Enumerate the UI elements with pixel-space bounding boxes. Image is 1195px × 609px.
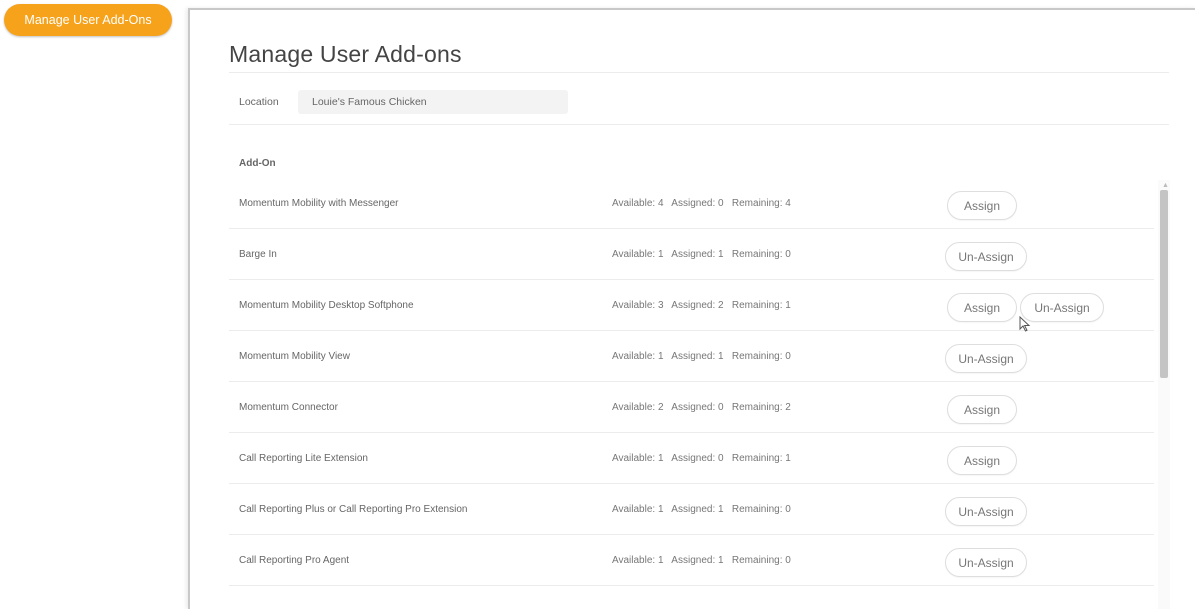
unassign-button[interactable]: Un-Assign xyxy=(945,344,1027,373)
addon-row: Barge In Available: 1 Assigned: 1 Remain… xyxy=(229,229,1154,280)
manage-addons-panel: Manage User Add-ons Location Louie's Fam… xyxy=(188,8,1195,609)
addon-name: Momentum Connector xyxy=(239,402,338,413)
addon-name: Momentum Mobility with Messenger xyxy=(239,198,399,209)
addon-row: Momentum Mobility with Messenger Availab… xyxy=(229,178,1154,229)
scrollbar-thumb[interactable] xyxy=(1160,190,1168,378)
page-title: Manage User Add-ons xyxy=(229,41,462,67)
addon-stats: Available: 1 Assigned: 1 Remaining: 0 xyxy=(612,249,791,260)
addon-row: Call Reporting Pro Agent Available: 1 As… xyxy=(229,535,1154,586)
addon-row: Momentum Mobility Desktop Softphone Avai… xyxy=(229,280,1154,331)
assign-button[interactable]: Assign xyxy=(947,191,1017,220)
title-divider xyxy=(229,72,1169,73)
addon-stats: Available: 4 Assigned: 0 Remaining: 4 xyxy=(612,198,791,209)
addon-row: Momentum Mobility View Available: 1 Assi… xyxy=(229,331,1154,382)
addon-row: Call Reporting Lite Extension Available:… xyxy=(229,433,1154,484)
location-value: Louie's Famous Chicken xyxy=(312,96,427,108)
manage-user-addons-button[interactable]: Manage User Add-Ons xyxy=(4,4,172,36)
unassign-button[interactable]: Un-Assign xyxy=(1020,293,1104,322)
addon-stats: Available: 1 Assigned: 1 Remaining: 0 xyxy=(612,555,791,566)
location-label: Location xyxy=(239,96,279,108)
addon-name: Call Reporting Lite Extension xyxy=(239,453,368,464)
unassign-button[interactable]: Un-Assign xyxy=(945,548,1027,577)
location-divider xyxy=(229,124,1169,125)
addon-name: Call Reporting Pro Agent xyxy=(239,555,350,566)
addon-name: Momentum Mobility View xyxy=(239,351,350,362)
addon-stats: Available: 1 Assigned: 1 Remaining: 0 xyxy=(612,351,791,362)
chevron-up-icon[interactable]: ▲ xyxy=(1162,182,1169,189)
addon-stats: Available: 2 Assigned: 0 Remaining: 2 xyxy=(612,402,791,413)
addon-name: Call Reporting Plus or Call Reporting Pr… xyxy=(239,504,468,515)
mouse-pointer-icon xyxy=(1019,316,1031,332)
addon-name: Momentum Mobility Desktop Softphone xyxy=(239,300,414,311)
assign-button[interactable]: Assign xyxy=(947,446,1017,475)
addon-list: Momentum Mobility with Messenger Availab… xyxy=(229,178,1154,586)
unassign-button[interactable]: Un-Assign xyxy=(945,242,1027,271)
addon-column-header: Add-On xyxy=(239,158,276,169)
addon-row: Call Reporting Plus or Call Reporting Pr… xyxy=(229,484,1154,535)
addon-row: Momentum Connector Available: 2 Assigned… xyxy=(229,382,1154,433)
unassign-button[interactable]: Un-Assign xyxy=(945,497,1027,526)
assign-button[interactable]: Assign xyxy=(947,293,1017,322)
addon-stats: Available: 1 Assigned: 0 Remaining: 1 xyxy=(612,453,791,464)
addon-stats: Available: 1 Assigned: 1 Remaining: 0 xyxy=(612,504,791,515)
location-select[interactable]: Louie's Famous Chicken xyxy=(298,90,568,114)
addon-stats: Available: 3 Assigned: 2 Remaining: 1 xyxy=(612,300,791,311)
assign-button[interactable]: Assign xyxy=(947,395,1017,424)
addon-name: Barge In xyxy=(239,249,277,260)
